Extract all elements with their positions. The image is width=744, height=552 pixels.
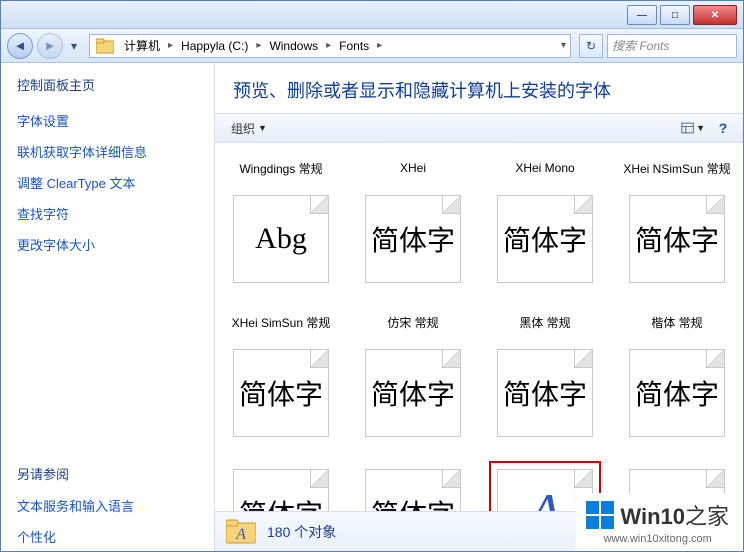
breadcrumb[interactable]: Happyla (C:) xyxy=(177,35,252,57)
fonts-folder-icon: A xyxy=(225,516,257,548)
titlebar: — □ ✕ xyxy=(1,1,743,29)
font-label: XHei NSimSun 常规 xyxy=(623,153,730,183)
organize-label: 组织 xyxy=(231,120,255,137)
watermark-url: www.win10xitong.com xyxy=(604,533,712,545)
font-thumb: 简体字 xyxy=(365,469,461,511)
refresh-button[interactable]: ↻ xyxy=(579,34,603,58)
svg-text:A: A xyxy=(235,526,246,543)
navbar: ◄ ► ▾ 计算机 ▸ Happyla (C:) ▸ Windows ▸ Fon… xyxy=(1,29,743,63)
font-label: XHei Mono xyxy=(515,153,574,183)
chevron-down-icon: ▼ xyxy=(696,123,705,133)
back-button[interactable]: ◄ xyxy=(7,33,33,59)
font-thumb: 简体字 xyxy=(365,349,461,437)
fonts-window: — □ ✕ ◄ ► ▾ 计算机 ▸ Happyla (C:) ▸ Windows… xyxy=(0,0,744,552)
font-item[interactable]: 黑体 常规 简体字 xyxy=(479,303,611,457)
sidebar-link-cleartype[interactable]: 调整 ClearType 文本 xyxy=(17,168,204,197)
sidebar-link-font-settings[interactable]: 字体设置 xyxy=(17,106,204,135)
font-item[interactable]: 楷体 常规 简体字 xyxy=(611,303,743,457)
page-title: 预览、删除或者显示和隐藏计算机上安装的字体 xyxy=(215,63,743,113)
main-pane: 预览、删除或者显示和隐藏计算机上安装的字体 组织 ▼ ▼ ? Wingdings… xyxy=(215,63,743,551)
breadcrumb[interactable]: Fonts xyxy=(335,35,373,57)
font-grid: Wingdings 常规 Abg XHei 简体字 XHei Mono 简体字 … xyxy=(215,143,743,511)
chevron-down-icon: ▼ xyxy=(258,123,267,133)
minimize-button[interactable]: — xyxy=(627,5,657,25)
font-thumb: 简体字 xyxy=(629,195,725,283)
chevron-right-icon[interactable]: ▸ xyxy=(164,40,177,51)
font-item[interactable]: Wingdings 常规 Abg xyxy=(215,149,347,303)
font-thumb: Abg xyxy=(233,195,329,283)
font-item[interactable]: XHei 简体字 xyxy=(347,149,479,303)
font-label: XHei SimSun 常规 xyxy=(232,307,331,337)
maximize-button[interactable]: □ xyxy=(660,5,690,25)
history-dropdown[interactable]: ▾ xyxy=(67,39,81,53)
font-item[interactable]: 简体字 宋体 常规 xyxy=(215,457,347,511)
folder-icon xyxy=(94,36,116,56)
sidebar-heading: 控制面板主页 xyxy=(17,75,204,94)
font-item[interactable]: 仿宋 常规 简体字 xyxy=(347,303,479,457)
watermark: Win10之家 www.win10xitong.com xyxy=(575,493,743,551)
chevron-right-icon[interactable]: ▸ xyxy=(373,40,386,51)
breadcrumb[interactable]: Windows xyxy=(265,35,322,57)
watermark-text: Win10之家 xyxy=(620,499,729,531)
sidebar-link-find-char[interactable]: 查找字符 xyxy=(17,199,204,228)
font-thumb: 简体字 xyxy=(233,349,329,437)
font-item[interactable]: XHei NSimSun 常规 简体字 xyxy=(611,149,743,303)
font-thumb: 简体字 xyxy=(233,469,329,511)
font-label: 仿宋 常规 xyxy=(387,307,438,337)
sidebar: 控制面板主页 字体设置 联机获取字体详细信息 调整 ClearType 文本 查… xyxy=(1,63,215,551)
toolbar: 组织 ▼ ▼ ? xyxy=(215,113,743,143)
body: 控制面板主页 字体设置 联机获取字体详细信息 调整 ClearType 文本 查… xyxy=(1,63,743,551)
forward-button[interactable]: ► xyxy=(37,33,63,59)
chevron-right-icon[interactable]: ▸ xyxy=(252,40,265,51)
sidebar-seealso-heading: 另请参阅 xyxy=(17,464,204,483)
font-thumb: 简体字 xyxy=(629,349,725,437)
help-button[interactable]: ? xyxy=(711,117,735,139)
sidebar-link-text-services[interactable]: 文本服务和输入语言 xyxy=(17,491,204,520)
font-item[interactable]: XHei Mono 简体字 xyxy=(479,149,611,303)
address-bar[interactable]: 计算机 ▸ Happyla (C:) ▸ Windows ▸ Fonts ▸ ▾ xyxy=(89,34,571,58)
dropdown-icon[interactable]: ▾ xyxy=(557,40,570,51)
font-label: XHei xyxy=(400,153,426,183)
chevron-right-icon[interactable]: ▸ xyxy=(322,40,335,51)
font-label: 黑体 常规 xyxy=(519,307,570,337)
close-button[interactable]: ✕ xyxy=(693,5,737,25)
font-thumb: 简体字 xyxy=(497,349,593,437)
sidebar-link-online-fonts[interactable]: 联机获取字体详细信息 xyxy=(17,137,204,166)
view-options-button[interactable]: ▼ xyxy=(681,117,705,139)
breadcrumb[interactable]: 计算机 xyxy=(120,35,164,57)
font-label: 楷体 常规 xyxy=(651,307,702,337)
sidebar-link-font-size[interactable]: 更改字体大小 xyxy=(17,230,204,259)
font-item[interactable]: 简体字 微软雅黑 xyxy=(347,457,479,511)
font-label: Wingdings 常规 xyxy=(239,153,322,183)
font-thumb: 简体字 xyxy=(497,195,593,283)
font-thumb: 简体字 xyxy=(365,195,461,283)
sidebar-link-personalize[interactable]: 个性化 xyxy=(17,522,204,551)
organize-button[interactable]: 组织 ▼ xyxy=(223,117,275,139)
search-input[interactable]: 搜索 Fonts xyxy=(607,34,737,58)
status-count: 180 个对象 xyxy=(267,522,336,542)
font-item[interactable]: XHei SimSun 常规 简体字 xyxy=(215,303,347,457)
windows-logo-icon xyxy=(586,501,614,529)
